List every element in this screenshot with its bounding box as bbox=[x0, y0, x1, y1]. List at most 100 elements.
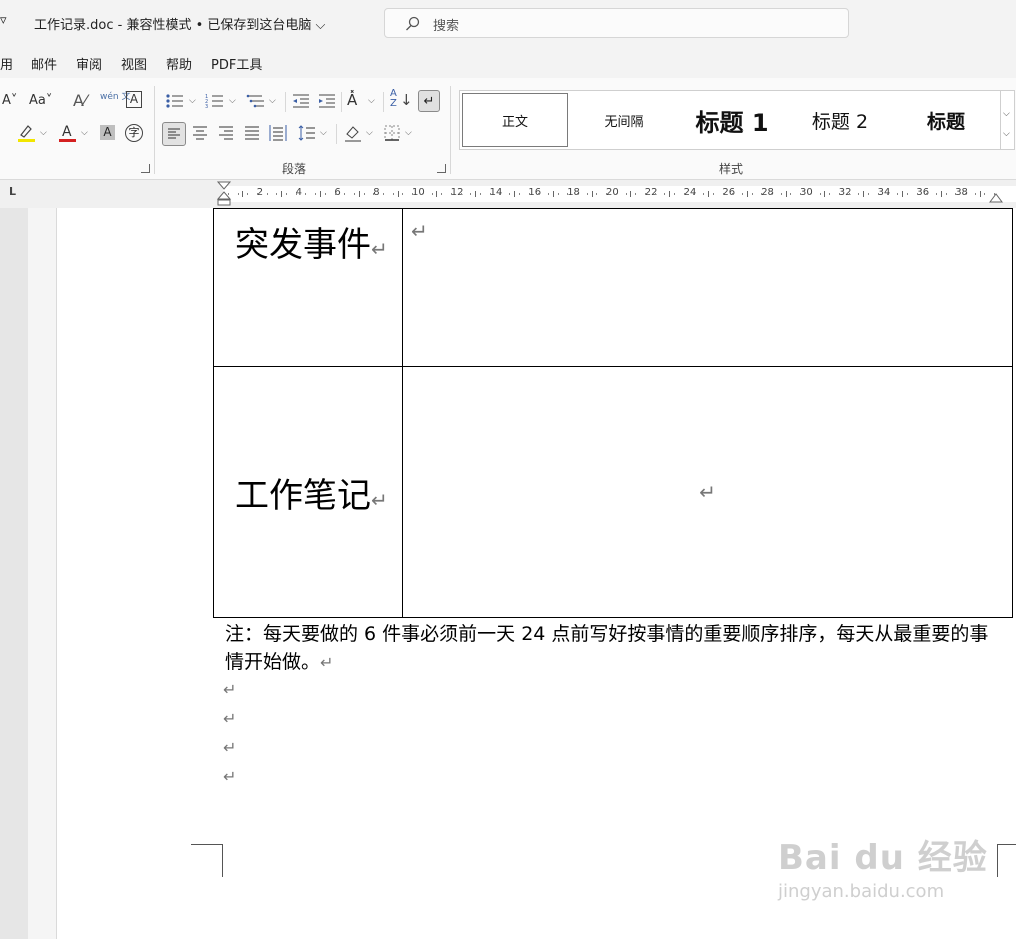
table-cell[interactable]: ↵ bbox=[402, 208, 1013, 367]
multilevel-list-icon[interactable] bbox=[246, 93, 266, 109]
phonetic-guide-button[interactable]: wén 文 bbox=[100, 92, 130, 102]
ruler-minor-tick bbox=[965, 193, 967, 195]
style-no-spacing[interactable]: 无间隔 bbox=[572, 93, 676, 147]
shading-icon[interactable] bbox=[344, 123, 362, 143]
horizontal-ruler[interactable]: L 2 4 6 8 10 12 14 16 18 20 22 24 26 28 30 32 34 36 38 bbox=[0, 180, 1016, 208]
search-placeholder: 搜索 bbox=[433, 19, 460, 34]
ruler-tick bbox=[591, 191, 593, 197]
style-title[interactable]: 标题 bbox=[894, 93, 998, 147]
increase-indent-icon[interactable] bbox=[318, 93, 336, 109]
gallery-scroll[interactable]: ⌵ ⌵ bbox=[1000, 91, 1015, 149]
tab-use[interactable]: 用 bbox=[0, 54, 13, 73]
paragraph-mark[interactable]: ↵ bbox=[223, 738, 236, 767]
align-right-icon[interactable] bbox=[217, 125, 235, 141]
paragraph-mark[interactable]: ↵ bbox=[223, 680, 236, 709]
style-normal[interactable]: 正文 bbox=[462, 93, 568, 147]
crop-mark bbox=[191, 844, 223, 877]
ruler-minor-tick bbox=[509, 193, 511, 195]
chevron-down-icon[interactable]: ⌵ bbox=[368, 96, 375, 106]
font-color-icon[interactable]: A bbox=[58, 123, 78, 143]
tab-help[interactable]: 帮助 bbox=[166, 54, 192, 73]
asian-layout-icon[interactable]: A̽ bbox=[347, 91, 357, 109]
ruler-ticks: 2 4 6 8 10 12 14 16 18 20 22 24 26 28 30 32 34 36 38 bbox=[0, 180, 1016, 208]
chevron-down-icon[interactable]: ⌵ bbox=[366, 128, 373, 138]
separator bbox=[383, 92, 384, 112]
chevron-down-icon[interactable]: ⌵ bbox=[40, 128, 47, 138]
show-formatting-marks-icon[interactable]: ↵ bbox=[418, 90, 440, 112]
ruler-minor-tick bbox=[363, 193, 365, 195]
font-dialog-launcher-icon[interactable] bbox=[141, 164, 150, 173]
ruler-minor-tick bbox=[567, 193, 569, 195]
tab-pdf-tools[interactable]: PDF工具 bbox=[211, 54, 262, 73]
chevron-down-icon: ⌵ bbox=[315, 18, 326, 33]
decrease-indent-icon[interactable] bbox=[292, 93, 310, 109]
ruler-minor-tick bbox=[276, 193, 278, 195]
clear-format-button[interactable]: A⁄ bbox=[73, 91, 87, 110]
ruler-minor-tick bbox=[557, 193, 559, 195]
character-shading-icon[interactable]: A bbox=[100, 125, 115, 140]
chevron-down-icon[interactable]: ⌵ bbox=[81, 128, 88, 138]
gallery-expand-icon[interactable]: ⌵ bbox=[1003, 129, 1010, 139]
chevron-down-icon[interactable]: ⌵ bbox=[1003, 109, 1010, 119]
ruler-tick bbox=[824, 191, 826, 197]
empty-paragraphs[interactable]: ↵ ↵ ↵ ↵ bbox=[223, 680, 236, 796]
ruler-minor-tick bbox=[868, 193, 870, 195]
ruler-minor-tick bbox=[945, 193, 947, 195]
table-row: 工作笔记↵ ↵ bbox=[213, 366, 1013, 618]
style-heading-1[interactable]: 标题 1 bbox=[678, 93, 786, 147]
document-title[interactable]: 工作记录.doc - 兼容性模式 • 已保存到这台电脑 ⌵ bbox=[34, 14, 325, 33]
sort-icon[interactable]: AZ bbox=[390, 89, 397, 109]
ruler-tick bbox=[475, 191, 477, 197]
justify-icon[interactable] bbox=[243, 125, 261, 141]
table-cell[interactable]: 工作笔记↵ bbox=[213, 366, 403, 618]
ruler-tick bbox=[863, 191, 865, 197]
enclose-characters-icon[interactable]: 字 bbox=[125, 124, 143, 142]
right-indent-marker-icon[interactable] bbox=[988, 190, 1004, 204]
ruler-minor-tick bbox=[877, 193, 879, 195]
ruler-minor-tick bbox=[654, 193, 656, 195]
grow-font-button[interactable]: A˅ bbox=[2, 93, 17, 108]
document-table[interactable]: 突发事件↵ ↵ 工作笔记↵ ↵ bbox=[213, 208, 1013, 618]
separator bbox=[341, 92, 342, 112]
chevron-down-icon[interactable]: ⌵ bbox=[229, 96, 236, 106]
watermark-url: jingyan.baidu.com bbox=[778, 881, 945, 902]
ribbon-tabs: 用 邮件 审阅 视图 帮助 PDF工具 bbox=[0, 46, 1016, 78]
ruler-minor-tick bbox=[906, 193, 908, 195]
indent-marker-icon[interactable] bbox=[216, 181, 232, 207]
vertical-ruler[interactable] bbox=[28, 208, 57, 939]
ruler-minor-tick bbox=[606, 193, 608, 195]
chevron-down-icon[interactable]: ⌵ bbox=[405, 128, 412, 138]
paragraph-dialog-launcher-icon[interactable] bbox=[437, 164, 446, 173]
change-case-button[interactable]: Aa˅ bbox=[29, 93, 52, 108]
highlight-icon[interactable] bbox=[16, 123, 38, 143]
table-cell[interactable]: ↵ bbox=[402, 366, 1013, 618]
tab-review[interactable]: 审阅 bbox=[76, 54, 102, 73]
chevron-down-icon[interactable]: ⌵ bbox=[320, 128, 327, 138]
search-box[interactable]: 搜索 bbox=[384, 8, 849, 38]
ruler-tick bbox=[630, 191, 632, 197]
paragraph-mark[interactable]: ↵ bbox=[223, 709, 236, 738]
ruler-minor-tick bbox=[848, 193, 850, 195]
numbering-icon[interactable]: 123 bbox=[205, 93, 225, 109]
group-separator bbox=[154, 86, 155, 174]
paragraph-mark[interactable]: ↵ bbox=[223, 767, 236, 796]
align-center-icon[interactable] bbox=[191, 125, 209, 141]
style-heading-2[interactable]: 标题 2 bbox=[788, 93, 892, 147]
bullets-icon[interactable] bbox=[165, 93, 185, 109]
baidu-watermark: Bai du 经验 jingyan.baidu.com bbox=[778, 830, 988, 902]
note-paragraph[interactable]: 注：每天要做的 6 件事必须前一天 24 点前写好按事情的重要顺序排序，每天从最… bbox=[225, 620, 1005, 677]
line-spacing-icon[interactable] bbox=[298, 124, 316, 142]
character-border-button[interactable]: A bbox=[126, 91, 142, 108]
ruler-minor-tick bbox=[315, 193, 317, 195]
chevron-down-icon[interactable]: ⌵ bbox=[269, 96, 276, 106]
ruler-minor-tick bbox=[751, 193, 753, 195]
tab-view[interactable]: 视图 bbox=[121, 54, 147, 73]
distributed-icon[interactable] bbox=[269, 124, 287, 142]
chevron-down-icon[interactable]: ⌵ bbox=[189, 96, 196, 106]
tab-mailings[interactable]: 邮件 bbox=[31, 54, 57, 73]
ruler-tick bbox=[669, 191, 671, 197]
borders-icon[interactable] bbox=[383, 124, 401, 142]
table-cell[interactable]: 突发事件↵ bbox=[213, 208, 403, 367]
quick-access-customize-icon[interactable]: ▿ bbox=[0, 13, 7, 28]
align-left-button[interactable] bbox=[162, 122, 186, 146]
